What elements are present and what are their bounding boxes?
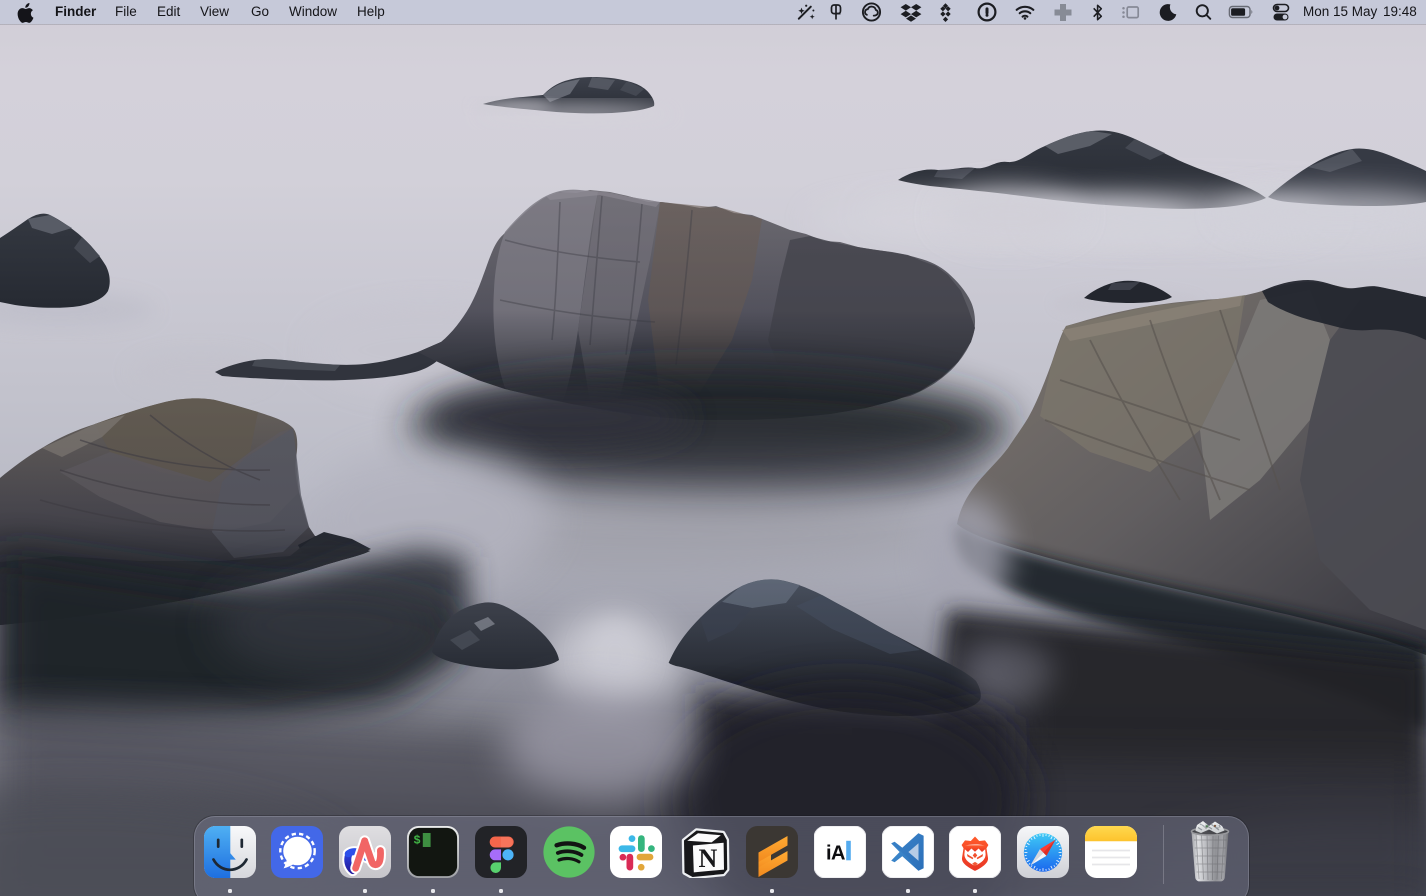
svg-text:N: N	[699, 844, 718, 873]
svg-text:iA: iA	[826, 843, 845, 865]
svg-text:$: $	[413, 834, 420, 848]
